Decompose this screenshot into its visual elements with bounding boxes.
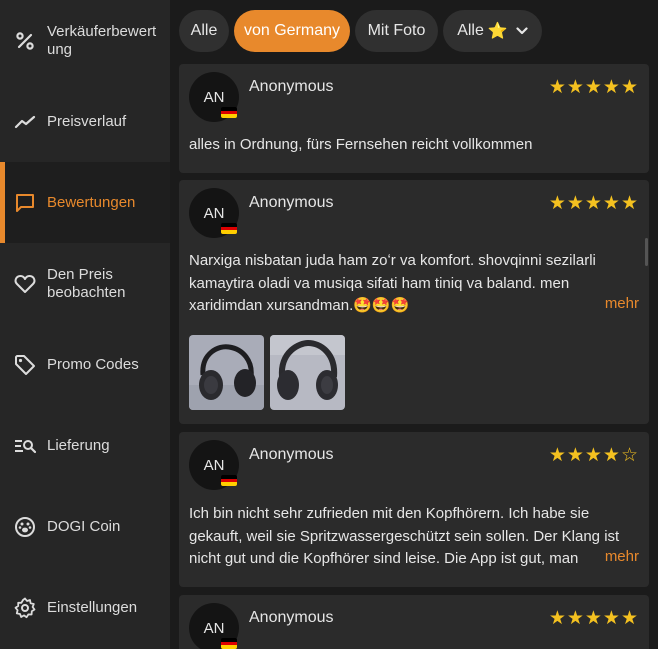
- gear-icon: [14, 597, 36, 619]
- star-icon: ⭐: [487, 23, 508, 40]
- list-search-icon: [14, 435, 36, 457]
- filter-country-button[interactable]: von Germany: [234, 10, 350, 52]
- sidebar-item-label: Preisverlauf: [47, 112, 127, 130]
- sidebar-item-reviews[interactable]: Bewertungen: [0, 162, 170, 243]
- rating-stars: ★★★★★: [548, 77, 639, 98]
- rating-stars: ★★★★☆: [548, 445, 639, 466]
- percent-icon: [14, 30, 36, 52]
- avatar-initials: AN: [203, 619, 225, 637]
- reviews-panel: Alle von Germany Mit Foto Alle ⭐ AN Anon…: [170, 0, 658, 649]
- filter-country-label: von Germany: [243, 22, 341, 39]
- germany-flag-icon: [221, 107, 237, 118]
- avatar-initials: AN: [203, 204, 225, 222]
- rating-stars: ★★★★★: [548, 193, 639, 214]
- germany-flag-icon: [221, 475, 237, 486]
- review-text: Narxiga nisbatan juda ham zoʻr va komfor…: [189, 252, 596, 314]
- sidebar-item-promo-codes[interactable]: Promo Codes: [0, 324, 170, 405]
- filter-all-label: Alle: [190, 22, 218, 39]
- paw-coin-icon: [14, 516, 36, 538]
- sidebar-item-price-history[interactable]: Preisverlauf: [0, 81, 170, 162]
- review-author: Anonymous: [249, 446, 334, 463]
- sidebar-item-label: Den Preis beobachten: [47, 265, 126, 301]
- filter-photo-label: Mit Foto: [367, 22, 426, 39]
- germany-flag-icon: [221, 638, 237, 649]
- message-icon: [14, 192, 36, 214]
- sidebar-item-label: Bewertungen: [47, 193, 136, 211]
- filter-rating-dropdown[interactable]: Alle ⭐: [443, 10, 542, 52]
- review-text: Ich bin nicht sehr zufrieden mit den Kop…: [189, 505, 620, 567]
- read-more-link[interactable]: mehr: [598, 295, 639, 312]
- sidebar: Verkäuferbewertung Preisverlauf Bewertun…: [0, 0, 170, 649]
- sidebar-item-label: Einstellungen: [47, 598, 138, 616]
- filter-rating-label: Alle: [457, 22, 484, 39]
- sidebar-item-label: Promo Codes: [47, 355, 139, 373]
- sidebar-item-label: DOGI Coin: [47, 517, 121, 535]
- chevron-down-icon: [516, 27, 528, 35]
- filter-all-button[interactable]: Alle: [179, 10, 229, 52]
- review-text: alles in Ordnung, fürs Fernsehen reicht …: [189, 136, 533, 153]
- review-card: AN Anonymous ★★★★☆ Ich bin nicht sehr zu…: [179, 432, 649, 587]
- avatar-initials: AN: [203, 88, 225, 106]
- sidebar-item-delivery[interactable]: Lieferung: [0, 405, 170, 486]
- filter-photo-button[interactable]: Mit Foto: [355, 10, 438, 52]
- trend-line-icon: [14, 111, 36, 133]
- sidebar-item-seller-rating[interactable]: Verkäuferbewertung: [0, 0, 170, 81]
- sidebar-item-label: Lieferung: [47, 436, 110, 454]
- review-card: AN Anonymous ★★★★★: [179, 595, 649, 649]
- review-photo-thumbnail[interactable]: [189, 335, 264, 410]
- sidebar-item-watch-price[interactable]: Den Preis beobachten: [0, 243, 170, 324]
- sidebar-item-label: Verkäuferbewertung: [47, 22, 157, 58]
- review-author: Anonymous: [249, 78, 334, 95]
- review-card: AN Anonymous ★★★★★ Narxiga nisbatan juda…: [179, 180, 649, 424]
- sidebar-item-dogi-coin[interactable]: DOGI Coin: [0, 486, 170, 567]
- review-photo-thumbnail[interactable]: [270, 335, 345, 410]
- avatar-initials: AN: [203, 456, 225, 474]
- rating-stars: ★★★★★: [548, 608, 639, 629]
- review-card: AN Anonymous ★★★★★ alles in Ordnung, für…: [179, 64, 649, 173]
- review-author: Anonymous: [249, 194, 334, 211]
- sidebar-item-settings[interactable]: Einstellungen: [0, 567, 170, 648]
- read-more-link[interactable]: mehr: [598, 548, 639, 565]
- germany-flag-icon: [221, 223, 237, 234]
- review-author: Anonymous: [249, 609, 334, 626]
- tag-icon: [14, 354, 36, 376]
- heart-icon: [14, 273, 36, 295]
- text-scrollbar[interactable]: [645, 238, 648, 266]
